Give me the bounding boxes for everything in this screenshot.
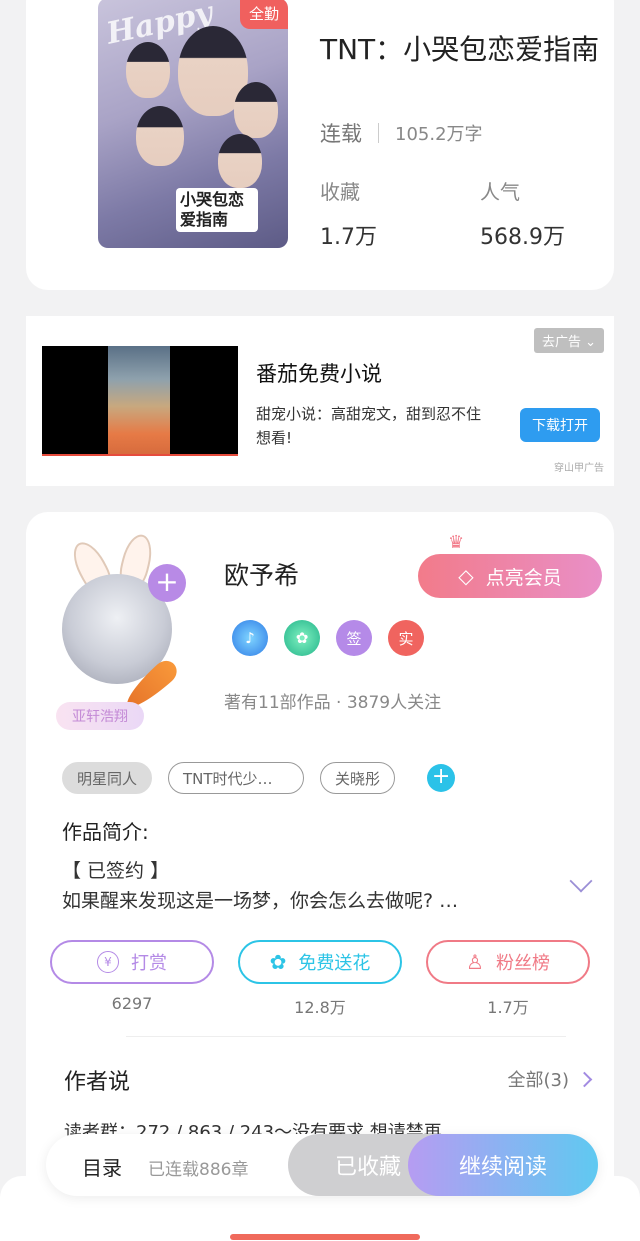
author-say-title: 作者说 [64, 1070, 131, 1095]
intro-line: 如果醒来发现这是一场梦，你会怎么去做呢? … [62, 890, 459, 912]
chevron-down-icon: ⌄ [585, 335, 596, 350]
chapter-count[interactable]: 已连载886章 [148, 1155, 248, 1180]
fans-action: ♙ 粉丝榜 1.7万 [426, 940, 590, 1018]
diamond-icon: ◇ [458, 564, 474, 588]
crown-icon: ♛ [448, 532, 465, 553]
flower-action: ✿ 免费送花 12.8万 [238, 940, 402, 1018]
full-attendance-badge: 全勤 [239, 0, 288, 29]
signed-badge-icon[interactable]: 签 [336, 620, 372, 656]
author-name[interactable]: 欧予希 [224, 556, 299, 592]
book-cover[interactable]: Happy 小哭包恋爱指南 全勤 [98, 0, 288, 248]
popularity-stat: 人气 568.9万 [480, 176, 565, 251]
expand-chevron-icon[interactable] [569, 869, 593, 893]
cover-figure [136, 106, 184, 166]
add-tag-icon[interactable]: + [427, 764, 456, 792]
book-info-card: Happy 小哭包恋爱指南 全勤 TNT：小哭包恋爱指南 连载 105.2万字 … [26, 0, 614, 290]
vip-button-label: 点亮会员 [485, 566, 562, 589]
yen-icon: ¥ [97, 951, 119, 973]
ad-source: 穿山甲广告 [554, 463, 604, 474]
ad-video[interactable] [42, 346, 238, 456]
intro-title: 作品简介: [62, 820, 149, 844]
collect-value: 1.7万 [320, 225, 377, 250]
popularity-value: 568.9万 [480, 225, 565, 250]
verified-badge-icon[interactable]: 实 [388, 620, 424, 656]
intro-text[interactable]: 【 已签约 】 如果醒来发现这是一场梦，你会怎么去做呢? … [62, 856, 532, 916]
tip-action: ¥ 打赏 6297 [50, 940, 214, 1018]
ad-description: 甜宠小说：高甜宠文，甜到忍不住想看! [256, 405, 482, 447]
tip-label: 打赏 [131, 953, 167, 974]
cover-figure [126, 42, 170, 98]
ad-video-progress [42, 454, 238, 456]
ad-download-button[interactable]: 下载打开 [520, 408, 600, 442]
chevron-right-icon [576, 1071, 593, 1087]
ad-banner[interactable]: 去广告 ⌄ 番茄免费小说 甜宠小说：高甜宠文，甜到忍不住想看! 下载打开 穿山甲… [26, 316, 614, 486]
remove-ad-label: 去广告 [541, 335, 581, 350]
tip-button[interactable]: ¥ 打赏 [50, 940, 214, 984]
popularity-label: 人气 [480, 180, 520, 204]
home-indicator [230, 1234, 420, 1240]
author-say-all-link[interactable]: 全部(3) [507, 1066, 593, 1092]
meta-divider [378, 123, 379, 143]
bottom-action-bar: 目录 已连载886章 已收藏 继续阅读 [46, 1134, 598, 1196]
author-works-info: 著有11部作品 · 3879人关注 [224, 693, 442, 713]
book-title: TNT：小哭包恋爱指南 [320, 33, 600, 66]
music-badge-icon[interactable]: ♪ [232, 620, 268, 656]
fan-group-tag[interactable]: 亚轩浩翔 [56, 702, 144, 730]
intro-line: 【 已签约 】 [62, 860, 170, 882]
flower-count: 12.8万 [294, 998, 346, 1017]
book-meta: 连载 105.2万字 [320, 118, 483, 148]
cover-title: 小哭包恋爱指南 [176, 188, 258, 232]
fans-count: 1.7万 [487, 998, 529, 1017]
cover-figure [218, 134, 262, 188]
fans-rank-button[interactable]: ♙ 粉丝榜 [426, 940, 590, 984]
book-tags: 明星同人 TNT时代少… 关晓彤 + [62, 762, 456, 794]
toc-button[interactable]: 目录 [82, 1152, 122, 1181]
ad-title: 番茄免费小说 [256, 362, 382, 386]
handshake-badge-icon[interactable]: ✿ [284, 620, 320, 656]
author-avatar-group[interactable]: + [62, 531, 192, 714]
remove-ad-button[interactable]: 去广告 ⌄ [533, 328, 604, 353]
cover-figure [234, 82, 278, 138]
tag-item[interactable]: TNT时代少… [168, 762, 305, 794]
serial-status: 连载 [320, 122, 362, 146]
support-actions: ¥ 打赏 6297 ✿ 免费送花 12.8万 ♙ 粉丝榜 1.7万 [50, 940, 590, 1018]
section-divider [126, 1036, 566, 1037]
ad-video-frame [108, 346, 170, 456]
flower-icon: ✿ [269, 950, 287, 974]
vip-button[interactable]: ♛ ◇ 点亮会员 [418, 532, 602, 598]
continue-reading-button[interactable]: 继续阅读 [408, 1134, 598, 1196]
author-say-all-label: 全部(3) [507, 1070, 570, 1091]
author-badges: ♪ ✿ 签 实 [232, 620, 424, 656]
fans-rank-label: 粉丝榜 [495, 953, 550, 974]
send-flower-label: 免费送花 [298, 953, 371, 974]
word-count: 105.2万字 [395, 124, 483, 145]
follow-plus-icon[interactable]: + [148, 564, 186, 602]
send-flower-button[interactable]: ✿ 免费送花 [238, 940, 402, 984]
tag-item[interactable]: 明星同人 [62, 762, 153, 794]
collect-label: 收藏 [320, 180, 360, 204]
collect-stat: 收藏 1.7万 [320, 176, 377, 251]
user-icon: ♙ [466, 950, 484, 974]
tip-count: 6297 [111, 994, 153, 1013]
author-card: + 亚轩浩翔 欧予希 ♛ ◇ 点亮会员 ♪ ✿ 签 实 著有11部作品 · 38… [26, 512, 614, 1241]
tag-item[interactable]: 关晓彤 [320, 762, 396, 794]
